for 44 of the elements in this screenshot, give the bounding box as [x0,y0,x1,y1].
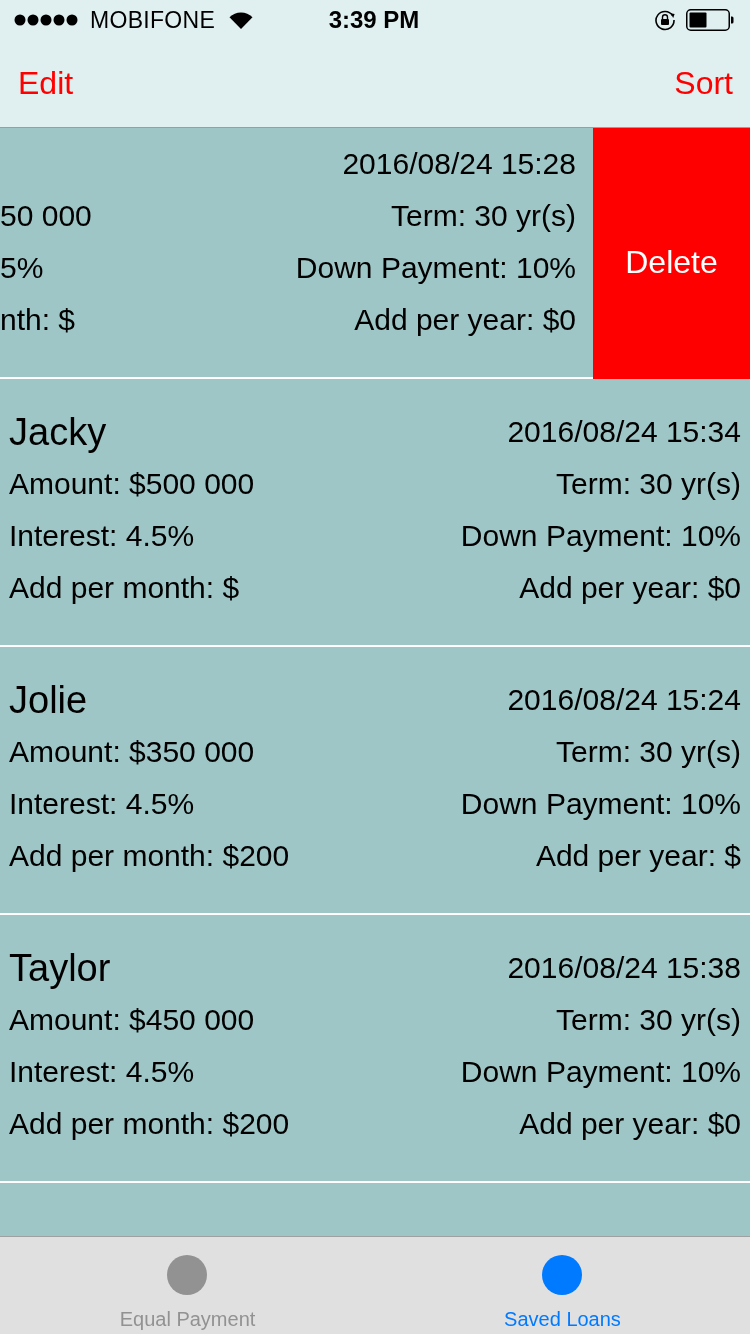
loan-detail: Term: 30 yr(s) [391,199,576,233]
loan-detail: Term: 30 yr(s) [556,467,741,501]
loan-detail: Term: 30 yr(s) [556,735,741,769]
loan-detail: Amount: $500 000 [9,467,255,501]
loan-detail: Add per year: $0 [519,1107,741,1141]
loan-detail: Add per month: $200 [9,1107,290,1141]
carrier-name: MOBIFONE [90,6,216,34]
loan-detail: Interest: 4.5% [9,1055,195,1089]
loan-detail: Add per year: $0 [519,571,741,605]
loan-detail: Down Payment: 10% [460,1055,741,1089]
borrower-name: Taylor [9,946,111,990]
loan-detail: Amount: $450 000 [9,1003,255,1037]
sort-button[interactable]: Sort [674,65,733,102]
loan-date: 2016/08/24 15:28 [342,147,576,181]
delete-button[interactable]: Delete [593,128,750,379]
circle-icon [542,1255,583,1295]
loan-detail: 5% [0,251,44,285]
borrower-name: Jacky [9,410,107,454]
tab-item[interactable]: Saved Loans [504,1237,621,1330]
loan-detail: 50 000 [0,199,92,233]
loan-date: 2016/08/24 15:24 [507,683,741,717]
rotation-lock-icon [654,9,676,31]
wifi-icon [229,11,254,29]
loan-detail: Down Payment: 10% [295,251,576,285]
loan-detail: Amount: $350 000 [9,735,255,769]
battery-icon [686,9,734,31]
circle-icon [167,1255,208,1295]
loan-detail: Add per month: $200 [9,839,290,873]
edit-button[interactable]: Edit [18,65,74,102]
loan-date: 2016/08/24 15:38 [507,951,741,985]
loan-detail: Interest: 4.5% [9,787,195,821]
loan-detail: Down Payment: 10% [460,787,741,821]
tab-item[interactable]: Equal Payment [119,1237,256,1330]
loan-detail: Term: 30 yr(s) [556,1003,741,1037]
signal-icon [14,14,78,26]
loan-date: 2016/08/24 15:34 [507,415,741,449]
clock-time: 3:39 PM [328,6,420,34]
loan-detail: Add per year: $ [535,839,741,873]
loan-detail: Add per month: $ [9,571,240,605]
borrower-name: Jolie [9,678,88,722]
loan-detail: Add per year: $0 [354,303,576,337]
loan-detail: Interest: 4.5% [9,519,195,553]
loan-detail: nth: $ [0,303,76,337]
loan-detail: Down Payment: 10% [460,519,741,553]
